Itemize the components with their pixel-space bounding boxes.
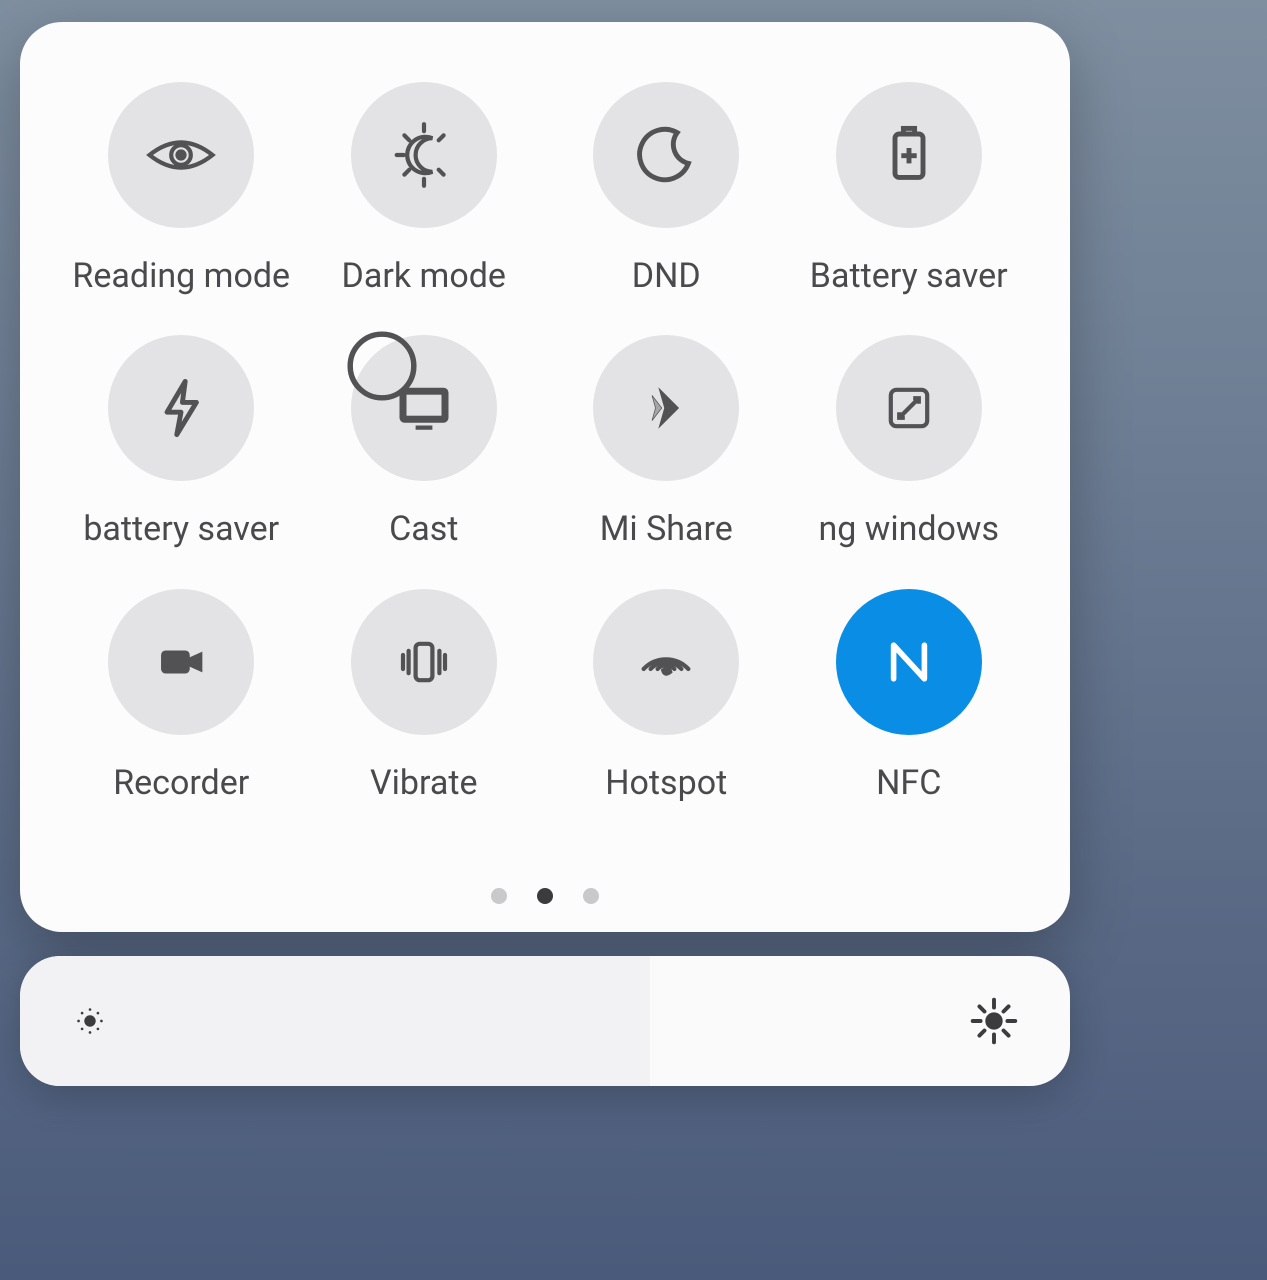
tile-label: Dark mode [342, 256, 506, 296]
brightness-high-icon [966, 993, 1022, 1049]
tile-hotspot[interactable]: Hotspot [545, 589, 788, 803]
quick-settings-grid: Reading mode Dark mode [60, 82, 1030, 842]
tile-mi-share[interactable]: Mi Share [545, 335, 788, 549]
tile-dark-mode[interactable]: Dark mode [303, 82, 546, 296]
cast-icon [351, 335, 497, 481]
tile-dnd[interactable]: DND [545, 82, 788, 296]
tile-floating-windows[interactable]: ng windows [788, 335, 1031, 549]
page-dot[interactable] [491, 888, 507, 904]
battery-plus-icon [836, 82, 982, 228]
tile-label: Battery saver [810, 256, 1008, 296]
vibrate-icon [351, 589, 497, 735]
tile-nfc[interactable]: NFC [788, 589, 1031, 803]
tile-label: Cast [389, 509, 458, 549]
page-dot[interactable] [583, 888, 599, 904]
tile-label: Recorder [113, 763, 249, 803]
tile-cast[interactable]: Cast [303, 335, 546, 549]
eye-icon [108, 82, 254, 228]
tile-label: DND [632, 256, 701, 296]
tile-label: ng windows [818, 509, 999, 549]
tile-label: Mi Share [600, 509, 733, 549]
tile-label: battery saver [83, 509, 279, 549]
nfc-icon [836, 589, 982, 735]
pagination-dots[interactable] [20, 888, 1070, 904]
dark-mode-icon [351, 82, 497, 228]
tile-vibrate[interactable]: Vibrate [303, 589, 546, 803]
tile-label: Hotspot [605, 763, 727, 803]
bolt-icon [108, 335, 254, 481]
tile-ultra-battery-saver[interactable]: battery saver [60, 335, 303, 549]
tile-label: Reading mode [72, 256, 290, 296]
brightness-slider[interactable] [20, 956, 1070, 1086]
tile-label: Vibrate [370, 763, 478, 803]
tile-recorder[interactable]: Recorder [60, 589, 303, 803]
camera-icon [108, 589, 254, 735]
tile-reading-mode[interactable]: Reading mode [60, 82, 303, 296]
hotspot-icon [593, 589, 739, 735]
floating-window-icon [836, 335, 982, 481]
tile-battery-saver[interactable]: Battery saver [788, 82, 1031, 296]
brightness-low-icon [68, 999, 112, 1043]
brightness-fill [20, 956, 650, 1086]
moon-icon [593, 82, 739, 228]
mishare-icon [593, 335, 739, 481]
tile-label: NFC [876, 763, 941, 803]
quick-settings-panel: Reading mode Dark mode [20, 22, 1070, 932]
page-dot-current[interactable] [537, 888, 553, 904]
